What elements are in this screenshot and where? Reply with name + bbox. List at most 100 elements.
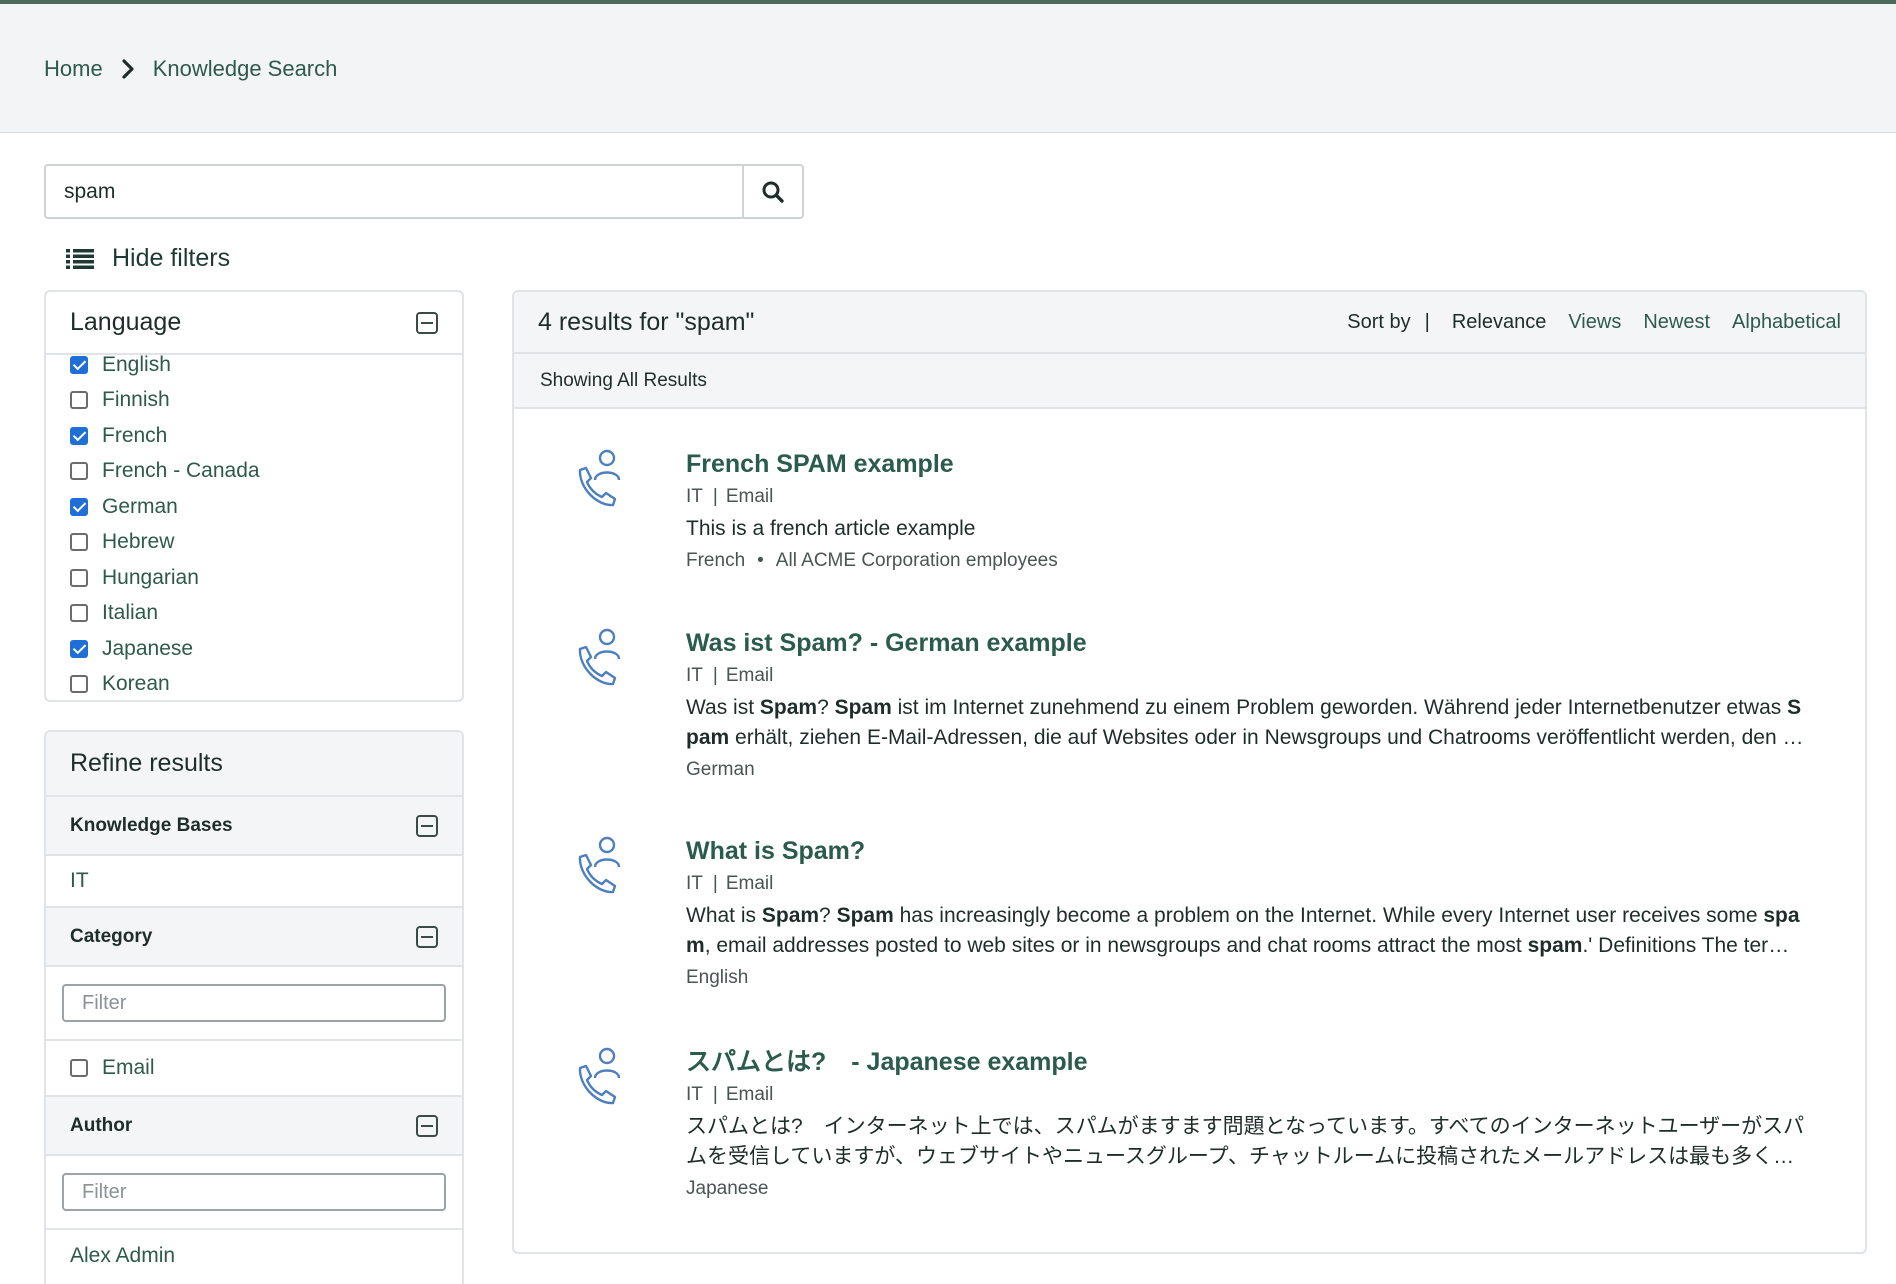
- category-option-email[interactable]: Email: [46, 1041, 462, 1097]
- footer-dot: •: [757, 550, 764, 571]
- hide-filters-toggle[interactable]: Hide filters: [66, 244, 230, 273]
- language-option[interactable]: Hungarian: [70, 560, 438, 596]
- results-panel: 4 results for "spam" Sort by | Relevance…: [512, 290, 1867, 1254]
- meta-separator: |: [712, 1084, 718, 1105]
- phone-user-icon: [571, 627, 623, 687]
- result-title-link[interactable]: スパムとは? - Japanese example: [686, 1046, 1806, 1078]
- result-kb: IT: [686, 1084, 703, 1105]
- language-option-label: Japanese: [102, 636, 194, 660]
- result-body: French SPAM example IT | Email This is a fre…: [686, 448, 1806, 574]
- checkbox[interactable]: [70, 426, 88, 445]
- result-snippet: Was ist Spam? Spam ist im Internet zuneh…: [686, 693, 1806, 753]
- result-kb: IT: [686, 873, 703, 894]
- result-title-link[interactable]: What is Spam?: [686, 835, 1806, 867]
- category-option-label: Email: [102, 1056, 155, 1079]
- sort-views[interactable]: Views: [1568, 311, 1621, 334]
- result-audience: All ACME Corporation employees: [775, 550, 1058, 571]
- language-option[interactable]: Japanese: [70, 631, 438, 667]
- breadcrumb: Home Knowledge Search: [44, 56, 337, 82]
- language-option[interactable]: English: [70, 347, 438, 383]
- language-option-label: French - Canada: [102, 459, 260, 483]
- checkbox[interactable]: [70, 1059, 88, 1077]
- result-language: German: [686, 759, 755, 780]
- language-option[interactable]: Korean: [70, 667, 438, 701]
- phone-user-icon: [571, 448, 623, 508]
- result-title-link[interactable]: French SPAM example: [686, 448, 1806, 480]
- breadcrumb-current[interactable]: Knowledge Search: [153, 56, 338, 82]
- result-meta: IT | Email: [686, 663, 1806, 689]
- result-kb: IT: [686, 665, 703, 686]
- highlight-term: Spam: [836, 904, 894, 927]
- collapse-icon[interactable]: [416, 814, 438, 837]
- result-category: Email: [725, 665, 774, 686]
- sort-label: Sort by: [1347, 310, 1411, 333]
- snippet-text: ?: [817, 696, 835, 719]
- category-title: Category: [70, 925, 153, 947]
- showing-all-results: Showing All Results: [514, 354, 1865, 409]
- snippet-text: has increasingly become a problem on the…: [893, 904, 1764, 927]
- meta-separator: |: [712, 665, 718, 686]
- collapse-icon[interactable]: [416, 925, 438, 948]
- refine-results-title: Refine results: [46, 732, 462, 797]
- sort-relevance[interactable]: Relevance: [1452, 311, 1547, 334]
- language-option-label: English: [102, 352, 171, 376]
- result-snippet: This is a french article example: [686, 514, 1806, 544]
- snippet-text: ?: [819, 904, 837, 927]
- result-body: What is Spam? IT | Email What is Spam? Spam …: [686, 835, 1806, 991]
- category-header: Category: [46, 908, 462, 967]
- result-title-link[interactable]: Was ist Spam? - German example: [686, 627, 1806, 659]
- meta-separator: |: [712, 873, 718, 894]
- result-language: Japanese: [686, 1178, 769, 1199]
- collapse-icon[interactable]: [416, 1114, 438, 1137]
- author-title: Author: [70, 1114, 133, 1136]
- language-option-label: German: [102, 494, 178, 518]
- search-input[interactable]: [44, 164, 742, 219]
- result-language: English: [686, 967, 749, 988]
- language-option-label: Hebrew: [102, 530, 175, 554]
- breadcrumb-home[interactable]: Home: [44, 56, 103, 82]
- category-filter-input[interactable]: [62, 984, 446, 1022]
- checkbox[interactable]: [70, 675, 88, 694]
- sort-newest[interactable]: Newest: [1643, 311, 1710, 334]
- language-option-label: Hungarian: [102, 565, 199, 589]
- language-option[interactable]: Italian: [70, 596, 438, 632]
- search-button[interactable]: [742, 164, 804, 219]
- language-option-label: Italian: [102, 601, 159, 625]
- sort-separator: |: [1424, 310, 1430, 333]
- checkbox[interactable]: [70, 355, 88, 374]
- author-filter-input[interactable]: [62, 1173, 446, 1211]
- language-option[interactable]: Hebrew: [70, 525, 438, 561]
- checkbox[interactable]: [70, 391, 88, 410]
- checkbox[interactable]: [70, 568, 88, 587]
- language-option-label: Korean: [102, 672, 170, 696]
- refine-results-panel: Refine results Knowledge Bases IT Catego…: [44, 730, 464, 1284]
- snippet-text: , email addresses posted to web sites or…: [704, 934, 1528, 957]
- result-meta: IT | Email: [686, 1082, 1806, 1108]
- result-snippet: What is Spam? Spam has increasingly beco…: [686, 901, 1806, 961]
- meta-separator: |: [712, 486, 718, 507]
- result-footer: Japanese: [686, 1176, 1806, 1202]
- snippet-text: This is a french article example: [686, 517, 976, 540]
- checkbox[interactable]: [70, 604, 88, 623]
- language-option[interactable]: French - Canada: [70, 454, 438, 490]
- author-item[interactable]: Alex Admin: [46, 1230, 462, 1282]
- page-header: Home Knowledge Search: [0, 4, 1896, 133]
- result-kb: IT: [686, 486, 703, 507]
- language-option-label: Finnish: [102, 388, 170, 412]
- sort-alphabetical[interactable]: Alphabetical: [1732, 311, 1841, 334]
- result-category: Email: [725, 873, 774, 894]
- results-header: 4 results for "spam" Sort by | Relevance…: [514, 292, 1865, 354]
- checkbox[interactable]: [70, 462, 88, 481]
- result-snippet: スパムとは? インターネット上では、スパムがますます問題となっています。すべての…: [686, 1112, 1806, 1172]
- checkbox[interactable]: [70, 533, 88, 552]
- highlight-term: Spam: [761, 904, 820, 927]
- checkbox[interactable]: [70, 639, 88, 658]
- author-header: Author: [46, 1097, 462, 1156]
- checkbox[interactable]: [70, 497, 88, 516]
- knowledge-base-item[interactable]: IT: [46, 856, 462, 908]
- language-option[interactable]: French: [70, 418, 438, 454]
- result-footer: French • All ACME Corporation employees: [686, 548, 1806, 574]
- collapse-icon[interactable]: [416, 311, 438, 334]
- language-option[interactable]: German: [70, 489, 438, 525]
- language-option[interactable]: Finnish: [70, 383, 438, 419]
